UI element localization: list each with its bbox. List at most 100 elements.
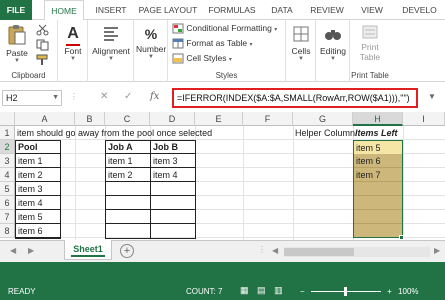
cell-d3[interactable]: item 3: [151, 154, 195, 168]
cell-h2[interactable]: item 5: [354, 140, 402, 154]
column-header-b[interactable]: B: [75, 112, 105, 126]
tab-page-layout[interactable]: PAGE LAYOUT: [136, 0, 200, 20]
row-header-6[interactable]: 6: [0, 196, 15, 210]
name-box[interactable]: H2 ▼: [2, 90, 62, 106]
formula-bar-grip-icon: ⋮: [70, 92, 78, 101]
page-layout-view-icon[interactable]: ▤: [257, 285, 266, 295]
clipboard-group-label: Clipboard: [11, 71, 46, 80]
cell-h7[interactable]: [354, 210, 402, 224]
jobs-empty-row[interactable]: [106, 182, 195, 196]
font-button[interactable]: A Font ▼: [60, 24, 86, 62]
tab-data[interactable]: DATA: [264, 0, 300, 20]
cut-button[interactable]: [36, 24, 50, 38]
cell-h6[interactable]: [354, 196, 402, 210]
normal-view-icon[interactable]: ▦: [240, 285, 249, 295]
zoom-level[interactable]: 100%: [398, 287, 418, 296]
formula-bar: H2 ▼ ⋮ ✕ ✓ fx =IFERROR(INDEX($A:$A,SMALL…: [0, 84, 445, 110]
column-header-h[interactable]: H: [353, 112, 403, 126]
tab-review[interactable]: REVIEW: [304, 0, 350, 20]
tab-formulas[interactable]: FORMULAS: [204, 0, 260, 20]
column-header-c[interactable]: C: [105, 112, 150, 126]
cell-d4[interactable]: item 4: [151, 168, 195, 182]
clipboard-group: Paste ▼ Clipboard: [0, 20, 58, 82]
cell-a6[interactable]: item 4: [16, 196, 60, 210]
cancel-icon[interactable]: ✕: [100, 91, 108, 102]
cell-h4[interactable]: item 7: [354, 168, 402, 182]
editing-button[interactable]: Editing ▼: [318, 24, 348, 62]
column-header-g[interactable]: G: [293, 112, 353, 126]
alignment-button[interactable]: Alignment ▼: [90, 24, 132, 62]
insert-function-icon[interactable]: fx: [150, 91, 159, 102]
tab-insert[interactable]: INSERT: [88, 0, 134, 20]
formula-input[interactable]: =IFERROR(INDEX($A:$A,SMALL(RowArr,ROW($A…: [172, 88, 418, 108]
column-header-a[interactable]: A: [15, 112, 75, 126]
expand-formula-bar-icon[interactable]: ▼: [428, 92, 436, 101]
font-dropdown-icon: ▼: [70, 56, 76, 62]
scroll-right-icon[interactable]: ▶: [434, 246, 440, 255]
column-header-e[interactable]: E: [195, 112, 243, 126]
horizontal-scrollbar[interactable]: [284, 247, 430, 257]
jobs-empty-row[interactable]: [106, 196, 195, 210]
zoom-slider[interactable]: [310, 287, 381, 297]
print-table-button[interactable]: Print Table: [354, 24, 386, 62]
scroll-left-icon[interactable]: ◀: [272, 246, 278, 255]
copy-button[interactable]: [36, 39, 50, 53]
jobs-empty-row[interactable]: [106, 210, 195, 224]
cell-a2[interactable]: Pool: [16, 140, 60, 154]
number-button[interactable]: % Number ▼: [136, 24, 166, 60]
tab-home[interactable]: HOME: [44, 0, 84, 21]
row-header-8[interactable]: 8: [0, 224, 15, 238]
conditional-formatting-button[interactable]: Conditional Formatting ▾: [172, 23, 277, 34]
paste-button[interactable]: Paste ▼: [4, 24, 30, 64]
cell-h3[interactable]: item 6: [354, 154, 402, 168]
row-header-2[interactable]: 2: [0, 140, 15, 154]
column-header-d[interactable]: D: [150, 112, 195, 126]
cells-button[interactable]: Cells ▼: [288, 24, 314, 62]
zoom-in-icon[interactable]: +: [387, 287, 392, 296]
next-sheet-icon[interactable]: ▶: [28, 246, 34, 255]
print-label: Print: [361, 42, 379, 52]
cell-a7[interactable]: item 5: [16, 210, 60, 224]
row-header-1[interactable]: 1: [0, 126, 15, 140]
zoom-out-icon[interactable]: −: [300, 287, 305, 296]
cell-styles-dropdown-icon: ▾: [228, 57, 232, 63]
cell-a4[interactable]: item 2: [16, 168, 60, 182]
cell-a1[interactable]: item should go away from the pool once s…: [15, 126, 245, 140]
tab-view[interactable]: VIEW: [354, 0, 390, 20]
prev-sheet-icon[interactable]: ◀: [10, 246, 16, 255]
cell-styles-button[interactable]: Cell Styles ▾: [172, 53, 232, 64]
paste-label: Paste: [6, 48, 28, 58]
cell-d2[interactable]: Job B: [151, 140, 195, 154]
page-break-view-icon[interactable]: ▥: [274, 285, 283, 295]
worksheet-grid[interactable]: A B C D E F G H I 1 2 3 4 5 6 7 8 item s…: [0, 112, 445, 240]
cell-a5[interactable]: item 3: [16, 182, 60, 196]
cell-g1[interactable]: Helper Column: [293, 126, 355, 140]
name-box-dropdown-icon[interactable]: ▼: [52, 91, 59, 105]
row-header-3[interactable]: 3: [0, 154, 15, 168]
tab-developer[interactable]: DEVELO: [394, 0, 445, 20]
row-header-7[interactable]: 7: [0, 210, 15, 224]
cell-c4[interactable]: item 2: [106, 168, 150, 182]
cell-c3[interactable]: item 1: [106, 154, 150, 168]
scrollbar-thumb[interactable]: [284, 248, 354, 256]
format-painter-button[interactable]: [36, 54, 50, 68]
cell-a8[interactable]: item 6: [16, 224, 60, 238]
enter-icon[interactable]: ✓: [124, 91, 132, 102]
add-sheet-icon[interactable]: +: [120, 244, 134, 258]
column-header-f[interactable]: F: [243, 112, 293, 126]
tab-file[interactable]: FILE: [0, 0, 32, 20]
tab-splitter-icon[interactable]: ⋮: [258, 245, 266, 254]
percent-icon: %: [144, 26, 158, 42]
cell-h1[interactable]: Items Left: [353, 126, 403, 140]
zoom-slider-thumb[interactable]: [343, 287, 347, 297]
row-header-5[interactable]: 5: [0, 182, 15, 196]
alignment-icon: [104, 27, 118, 41]
cell-h5[interactable]: [354, 182, 402, 196]
row-header-4[interactable]: 4: [0, 168, 15, 182]
format-as-table-button[interactable]: Format as Table ▾: [172, 38, 253, 49]
column-header-i[interactable]: I: [403, 112, 445, 126]
cell-a3[interactable]: item 1: [16, 154, 60, 168]
sheet-tab-sheet1[interactable]: Sheet1: [64, 240, 112, 260]
cell-c2[interactable]: Job A: [106, 140, 150, 154]
select-all-corner[interactable]: [0, 112, 15, 126]
